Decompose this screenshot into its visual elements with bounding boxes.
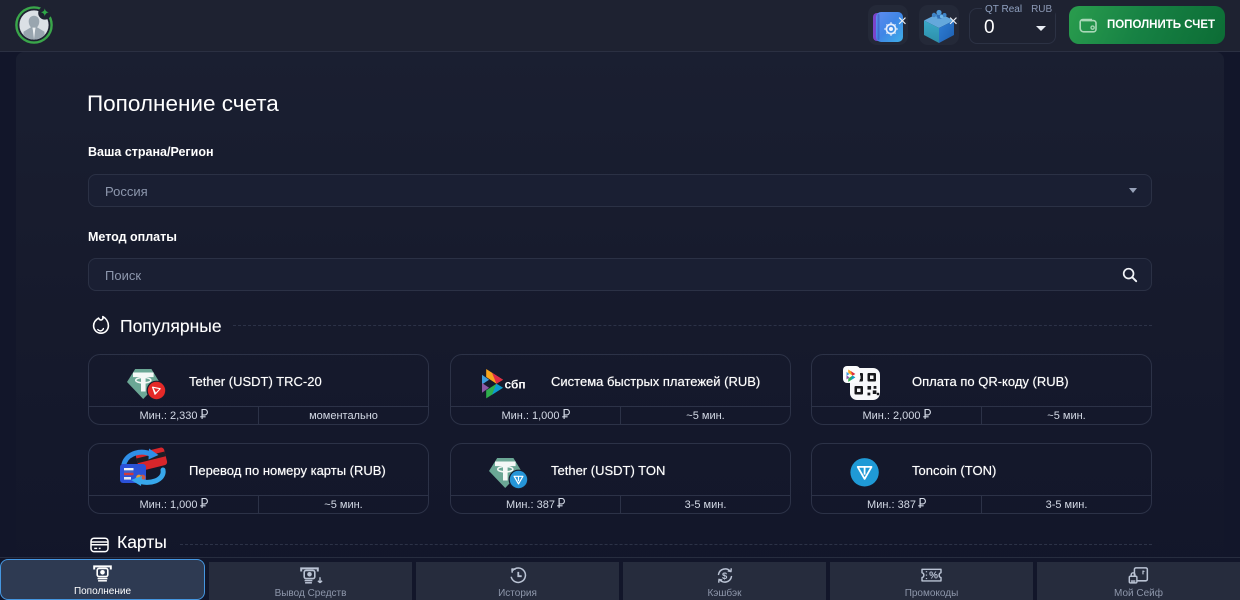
svg-text:сбп: сбп [505,378,526,392]
svg-text:%: % [929,571,938,582]
svg-text:$: $ [722,571,728,582]
